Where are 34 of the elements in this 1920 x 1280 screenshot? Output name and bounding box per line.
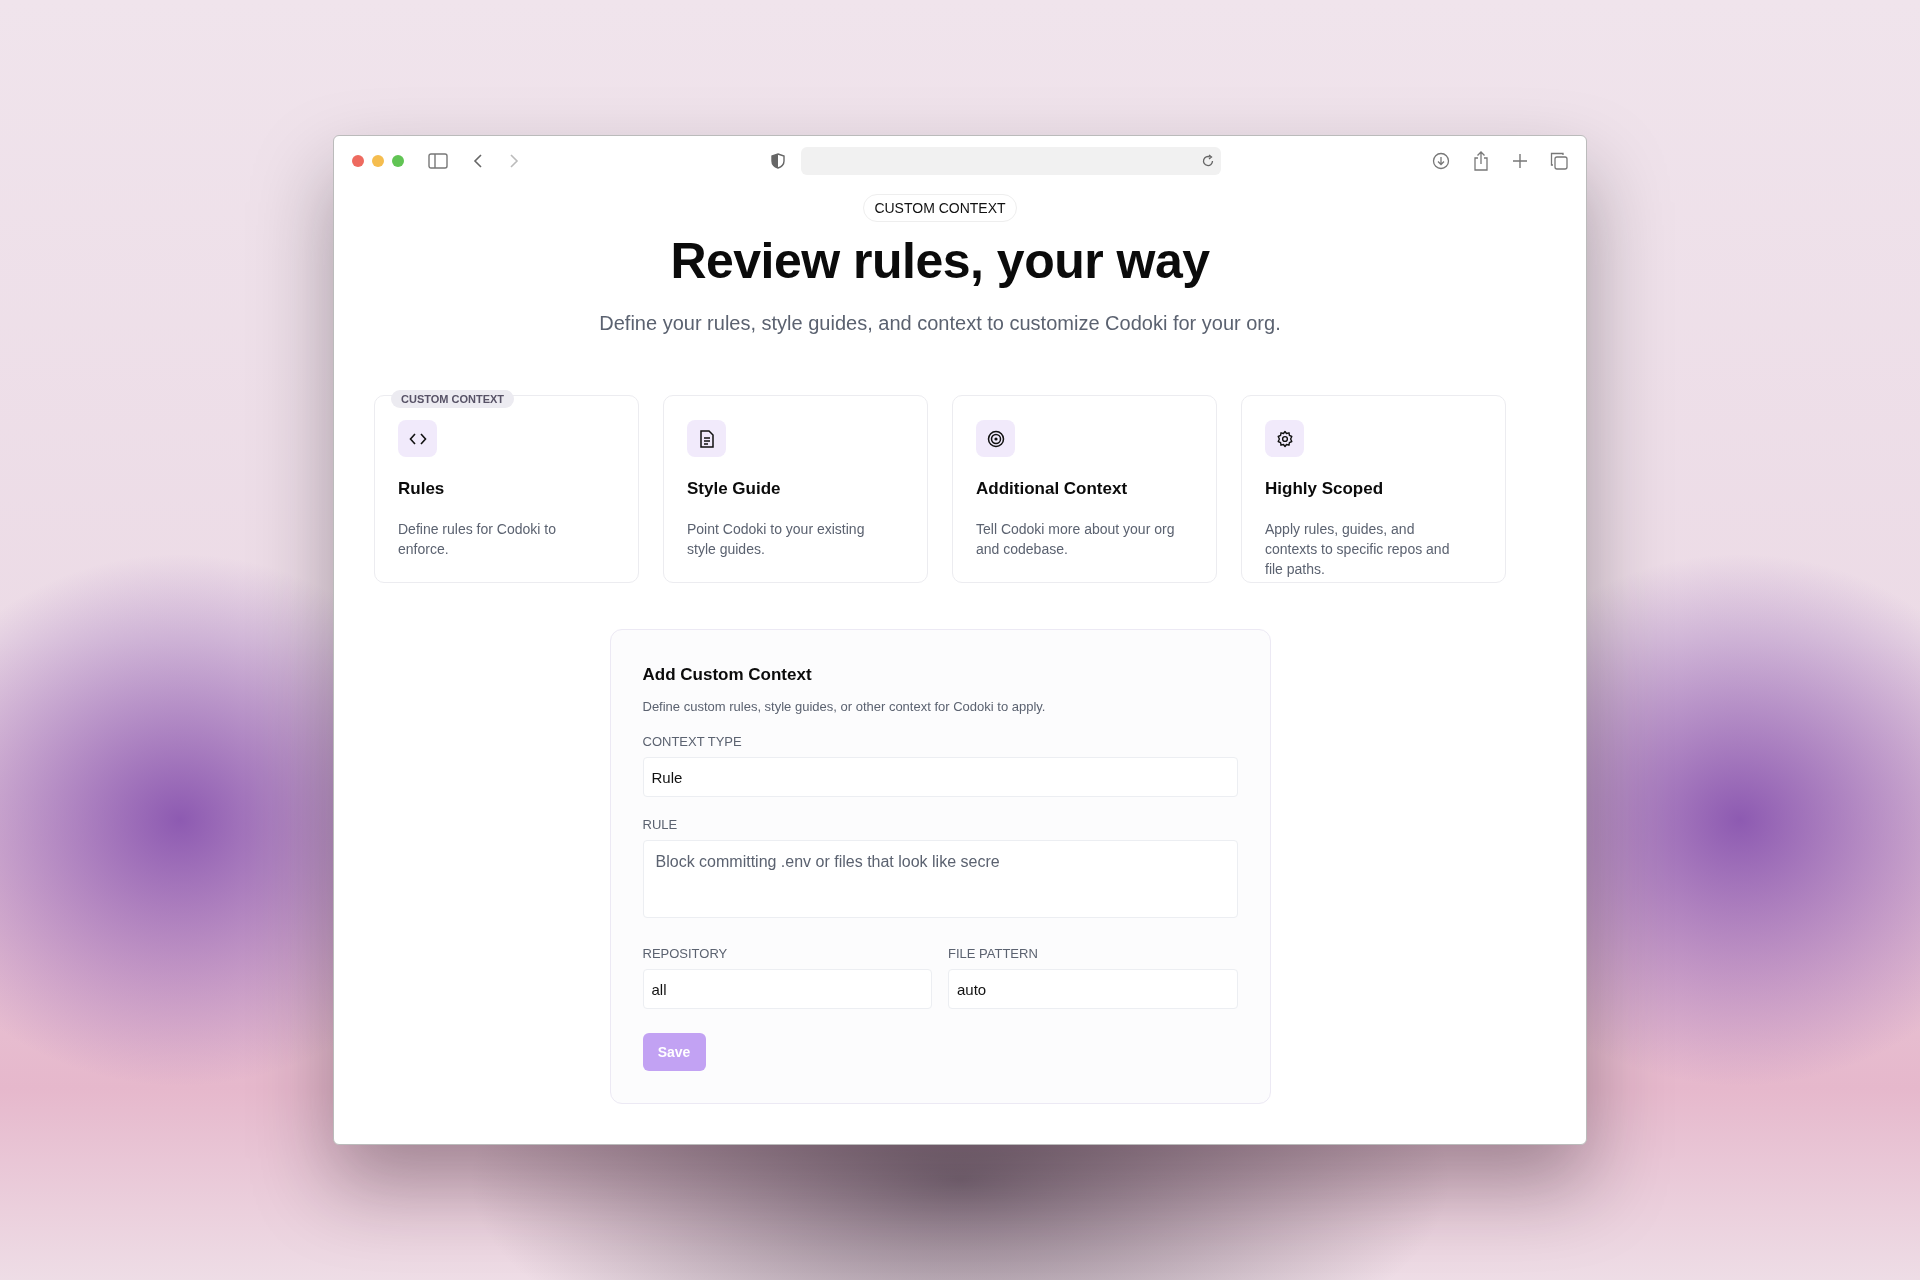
- field-label: RULE: [642, 817, 678, 832]
- gear-icon: [1275, 429, 1294, 448]
- card-description: Tell Codoki more about your org and codebase.: [976, 520, 1176, 559]
- field-label: REPOSITORY: [642, 946, 728, 961]
- download-icon[interactable]: [1432, 152, 1450, 170]
- rule-field[interactable]: Block committing .env or files that look like secre: [642, 840, 1238, 918]
- card-title: Highly Scoped: [1265, 479, 1385, 499]
- card-description: Point Codoki to your existing style guides.: [687, 520, 866, 559]
- back-icon[interactable]: [472, 153, 484, 169]
- reload-icon[interactable]: [1201, 154, 1215, 168]
- tabs-icon[interactable]: [1550, 152, 1568, 170]
- card-badge: CUSTOM CONTEXT: [391, 390, 515, 408]
- card-title: Style Guide: [687, 479, 782, 499]
- field-label: CONTEXT TYPE: [642, 734, 742, 749]
- form-description: Define custom rules, style guides, or other context for Codoki to apply.: [642, 699, 1046, 714]
- close-icon[interactable]: [352, 155, 364, 167]
- share-icon[interactable]: [1472, 151, 1490, 171]
- plus-icon[interactable]: [1512, 153, 1528, 169]
- card-description: Define rules for Codoki to enforce.: [398, 520, 557, 559]
- card-description: Apply rules, guides, and contexts to specific repos and file paths.: [1265, 520, 1451, 579]
- zoom-icon[interactable]: [392, 155, 404, 167]
- target-icon: [986, 429, 1005, 448]
- page-subtitle: Define your rules, style guides, and context to customize Codoki for your org.: [599, 312, 1281, 335]
- card-title: Additional Context: [976, 479, 1129, 499]
- context-type-field[interactable]: Rule: [642, 757, 1238, 797]
- document-icon: [698, 429, 715, 448]
- file-pattern-field[interactable]: auto: [948, 969, 1238, 1009]
- form-title: Add Custom Context: [642, 665, 812, 685]
- sidebar-icon[interactable]: [428, 153, 448, 169]
- card-title: Rules: [398, 479, 446, 499]
- shield-icon[interactable]: [771, 153, 785, 169]
- field-label: FILE PATTERN: [948, 946, 1038, 961]
- repository-field[interactable]: all: [642, 969, 932, 1009]
- page-title: Review rules, your way: [670, 232, 1210, 290]
